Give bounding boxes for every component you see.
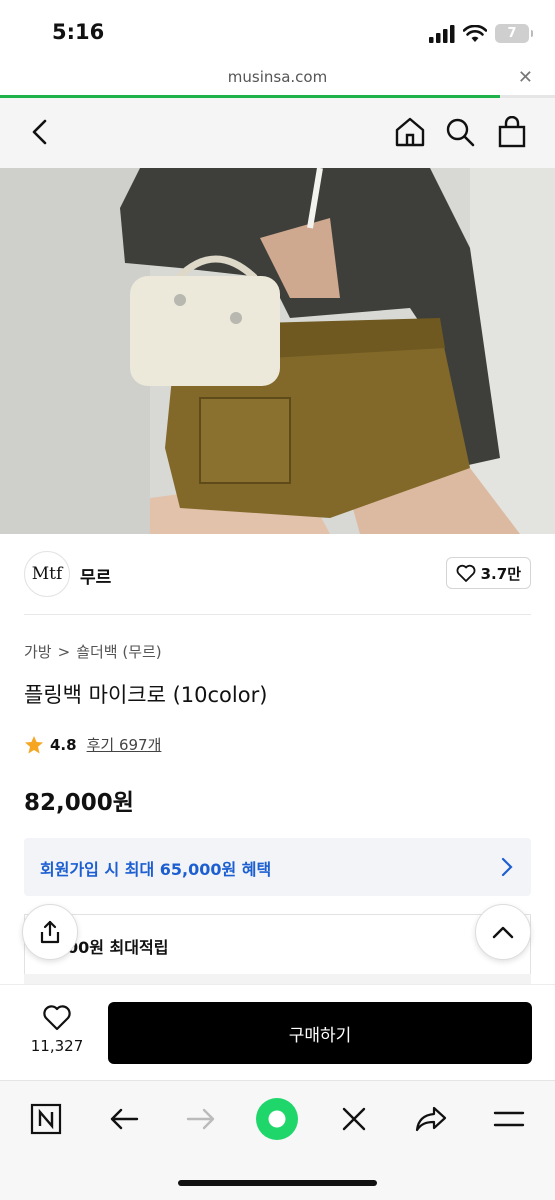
- share-icon: [415, 1106, 447, 1132]
- divider: [24, 614, 531, 615]
- product-photo-illustration: [0, 168, 555, 534]
- breadcrumb-category[interactable]: 가방: [24, 641, 52, 662]
- share-upload-icon: [40, 920, 60, 944]
- share-button[interactable]: [22, 904, 78, 960]
- product-image[interactable]: [0, 168, 555, 534]
- wishlist-button[interactable]: 11,327: [22, 1003, 92, 1055]
- chevron-right-icon: [501, 857, 513, 877]
- rating-row: 4.8 후기 697개: [24, 734, 161, 755]
- home-indicator: [178, 1180, 377, 1186]
- breadcrumb-subcategory[interactable]: 숄더백 (무르): [76, 641, 161, 662]
- chevron-left-icon: [32, 119, 47, 145]
- close-tab-icon[interactable]: ✕: [518, 67, 533, 88]
- chevron-up-icon: [492, 926, 514, 939]
- rating-value: 4.8: [50, 735, 77, 754]
- browser-forward-button[interactable]: [179, 1097, 223, 1141]
- promo-text: 회원가입 시 최대 65,000원 혜택: [40, 860, 272, 879]
- brand-like-button[interactable]: 3.7만: [445, 557, 531, 589]
- breadcrumb-separator: >: [57, 642, 71, 661]
- home-button[interactable]: [392, 114, 428, 150]
- cart-button[interactable]: [494, 114, 530, 150]
- app-header: [0, 98, 555, 168]
- arrow-left-icon: [110, 1108, 139, 1130]
- brand-name[interactable]: 무르: [80, 563, 111, 588]
- browser-back-button[interactable]: [102, 1097, 146, 1141]
- shopping-bag-icon: [498, 116, 526, 148]
- brand-logo[interactable]: Mtf: [24, 551, 70, 597]
- close-icon: [342, 1107, 366, 1131]
- url-text[interactable]: musinsa.com: [0, 68, 555, 86]
- brand-like-count: 3.7만: [480, 564, 521, 583]
- browser-close-button[interactable]: [332, 1097, 376, 1141]
- url-bar[interactable]: musinsa.com ✕: [0, 62, 555, 96]
- heart-outline-icon: [456, 564, 476, 582]
- search-icon: [446, 118, 475, 147]
- green-dot-icon: [256, 1098, 298, 1140]
- menu-icon: [493, 1111, 525, 1127]
- green-dot-button[interactable]: [255, 1097, 299, 1141]
- wishlist-count: 11,327: [30, 1037, 84, 1055]
- battery-indicator: 7: [495, 24, 533, 43]
- heart-outline-icon: [43, 1005, 71, 1031]
- status-icons: 7: [429, 24, 533, 43]
- signal-icon: [429, 24, 455, 43]
- browser-menu-button[interactable]: [487, 1097, 531, 1141]
- review-count-link[interactable]: 후기 697개: [87, 734, 162, 755]
- naver-home-button[interactable]: [24, 1097, 68, 1141]
- signup-promo-banner[interactable]: 회원가입 시 최대 65,000원 혜택: [24, 838, 531, 896]
- purchase-bar: 11,327 구매하기: [0, 984, 555, 1080]
- status-bar: 5:16 7: [0, 0, 555, 62]
- naver-icon: [30, 1103, 62, 1135]
- points-text: 00원 최대적립: [67, 938, 169, 957]
- arrow-right-icon: [186, 1108, 215, 1130]
- points-strip: [24, 974, 531, 984]
- browser-share-button[interactable]: [409, 1097, 453, 1141]
- buy-button[interactable]: 구매하기: [108, 1002, 532, 1064]
- search-button[interactable]: [442, 114, 478, 150]
- status-time: 5:16: [52, 20, 105, 44]
- wifi-icon: [463, 24, 487, 42]
- breadcrumb: 가방 > 숄더백 (무르): [24, 641, 162, 662]
- home-icon: [395, 117, 425, 147]
- product-price: 82,000원: [24, 790, 134, 816]
- product-title: 플링백 마이크로 (10color): [24, 683, 268, 707]
- back-button[interactable]: [22, 114, 58, 150]
- battery-level: 7: [507, 26, 517, 41]
- star-icon: [25, 735, 43, 753]
- scroll-to-top-button[interactable]: [475, 904, 531, 960]
- brand-row: Mtf 무르 3.7만: [24, 551, 531, 597]
